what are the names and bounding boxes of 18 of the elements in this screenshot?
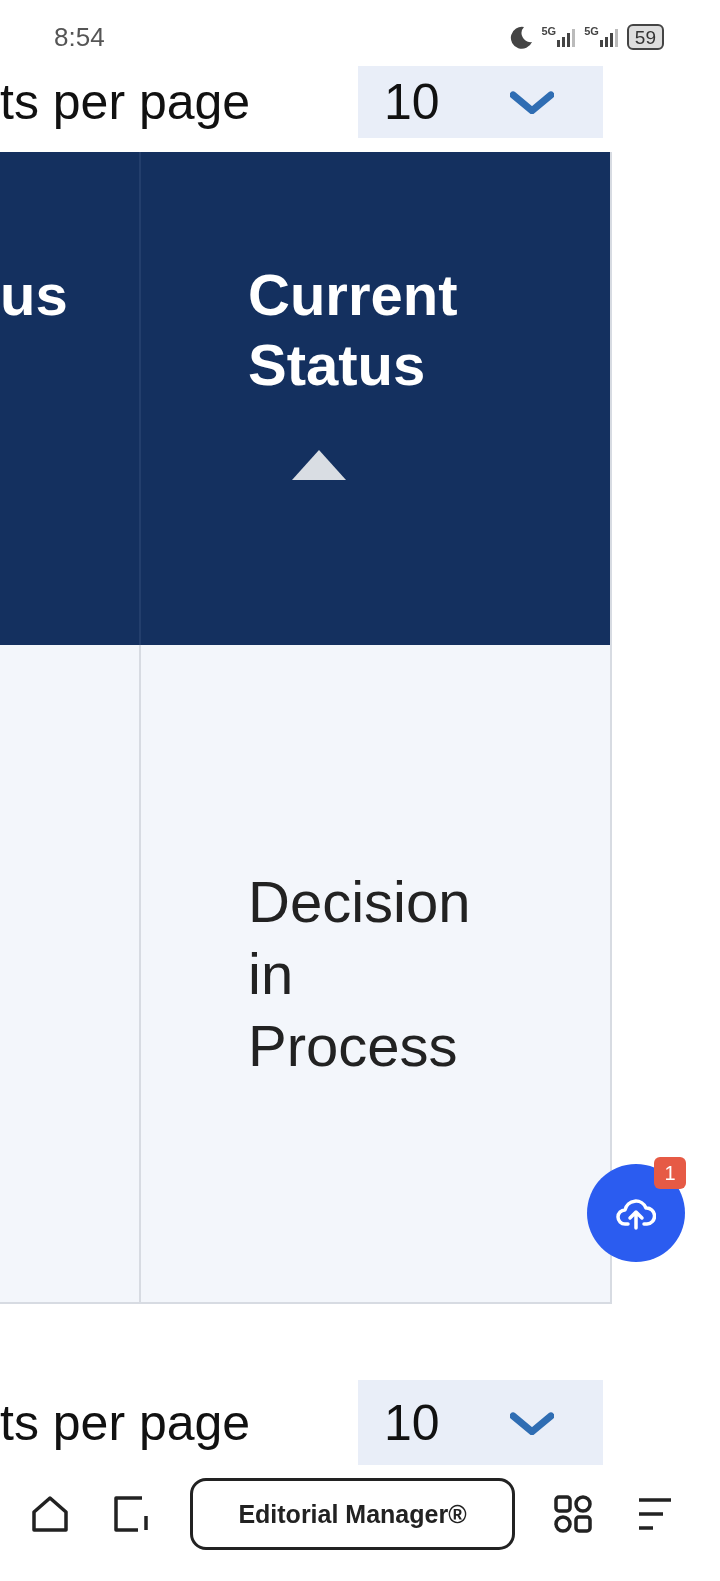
- notification-badge: 1: [654, 1157, 686, 1189]
- moon-icon: [509, 25, 534, 49]
- home-icon: [30, 1494, 70, 1534]
- column-header[interactable]: Current Status: [141, 152, 610, 645]
- per-page-label: ts per page: [0, 1397, 252, 1448]
- table-cell-text: Decision in Process: [248, 867, 472, 1080]
- per-page-label: ts per page: [0, 77, 252, 127]
- grid-icon: [553, 1494, 593, 1534]
- address-bar-button[interactable]: Editorial Manager®: [190, 1478, 515, 1550]
- network-type: 5G: [584, 25, 599, 37]
- chevron-down-icon: [509, 90, 554, 114]
- per-page-select[interactable]: 10: [358, 1380, 603, 1465]
- per-page-select[interactable]: 10: [358, 66, 603, 138]
- chevron-down-icon: [509, 1410, 554, 1435]
- cloud-upload-icon: [616, 1196, 656, 1230]
- battery-icon: 59: [626, 24, 664, 50]
- network-type: 5G: [541, 25, 557, 37]
- status-time: 8:54: [54, 21, 105, 53]
